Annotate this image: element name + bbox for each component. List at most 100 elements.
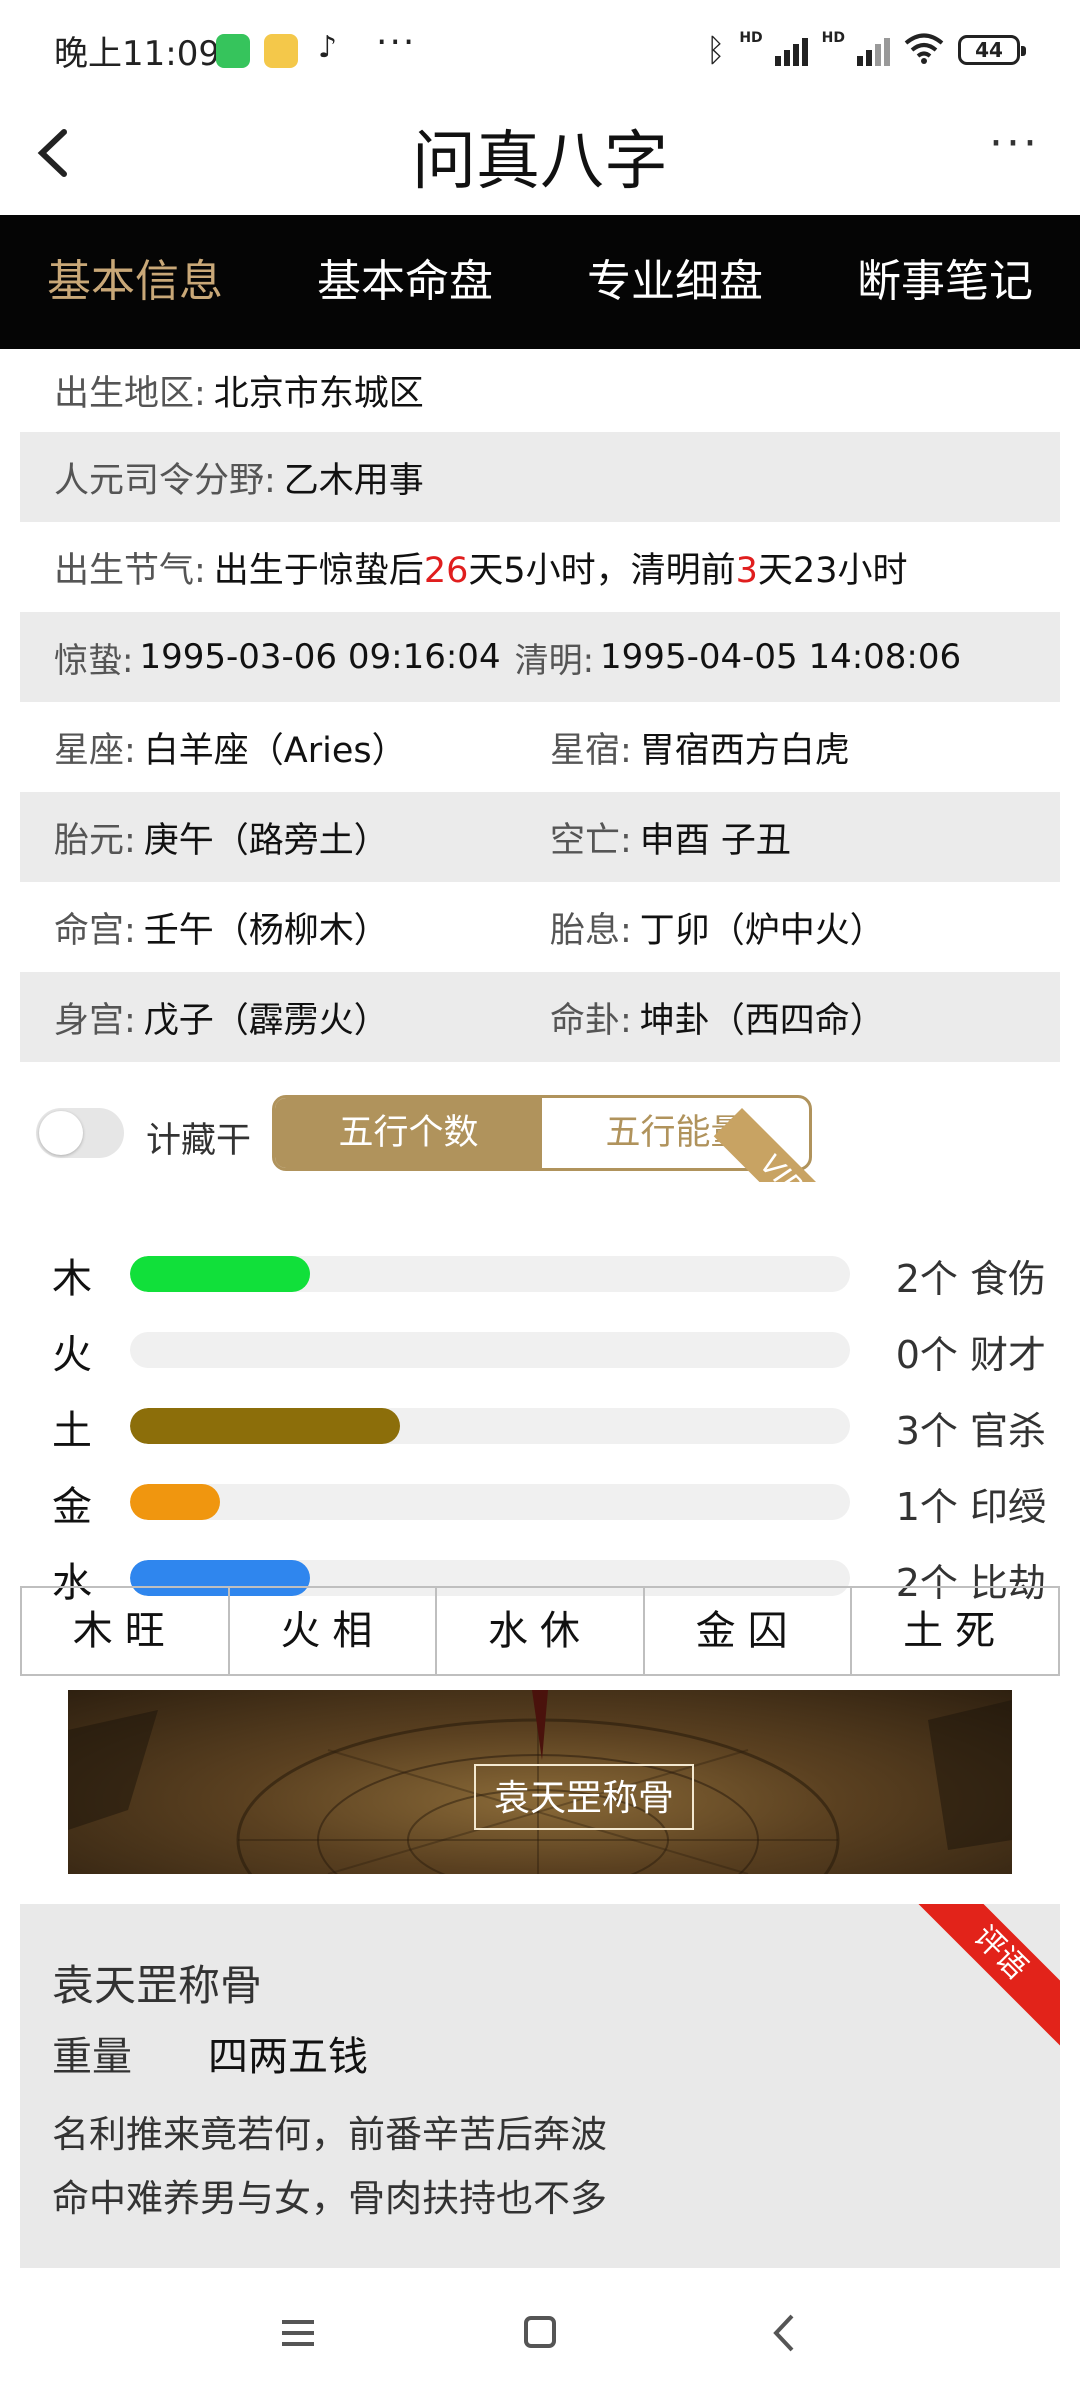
wuxing-element-label: 木 xyxy=(52,1256,92,1302)
wuxing-bar-row: 火 0个 财才 xyxy=(20,1312,1060,1388)
wuxing-bar-fill xyxy=(130,1408,400,1444)
value-jingzhe: 1995-03-06 09:16:04 xyxy=(139,637,501,677)
state-cell: 金囚 xyxy=(645,1588,853,1674)
value-minggua: 坤卦（西四命） xyxy=(639,1000,885,1041)
state-cell: 火相 xyxy=(230,1588,438,1674)
recents-button[interactable] xyxy=(268,2308,328,2358)
menu-icon xyxy=(282,2320,314,2346)
value-shengong: 戊子（霹雳火） xyxy=(143,1000,389,1041)
value-birth-region: 北京市东城区 xyxy=(213,374,424,414)
vip-badge: VIP xyxy=(712,1086,842,1182)
value-taixi: 丁卯（炉中火） xyxy=(639,910,885,951)
toggle-knob xyxy=(39,1111,83,1155)
verse-weight-value: 四两五钱 xyxy=(208,2034,368,2080)
jieqi-text-3: 天23小时 xyxy=(757,550,908,591)
value-qingming: 1995-04-05 14:08:06 xyxy=(600,637,962,677)
wuxing-bar-track xyxy=(130,1484,850,1520)
label-birth-region: 出生地区: xyxy=(54,374,206,414)
home-button[interactable] xyxy=(510,2308,570,2358)
system-nav-bar xyxy=(0,2268,1080,2400)
wuxing-bar-fill xyxy=(130,1256,310,1292)
verse-line-1: 名利推来竟若何，前番辛苦后奔波 xyxy=(52,2113,607,2156)
label-taiyuan: 胎元: xyxy=(54,820,136,861)
app-header: 问真八字 ··· xyxy=(0,100,1080,215)
chenggu-banner-label: 袁天罡称骨 xyxy=(474,1764,694,1830)
tab-bar: 基本信息 基本命盘 专业细盘 断事笔记 xyxy=(0,215,1080,349)
hd-label-2: HD xyxy=(821,30,845,46)
value-kongwang: 申酉 子丑 xyxy=(639,820,791,861)
wuxing-count-label: 3个 官杀 xyxy=(895,1409,1046,1453)
state-cell: 水休 xyxy=(437,1588,645,1674)
battery-icon: 44 xyxy=(958,35,1026,65)
label-minggong: 命宫: xyxy=(54,910,136,951)
tab-detail-chart[interactable]: 专业细盘 xyxy=(540,215,810,349)
row-shengong: 身宫: 戊子（霹雳火） 命卦: 坤卦（西四命） xyxy=(20,972,1060,1062)
info-list: 出生地区: 北京市东城区 人元司令分野: 乙木用事 出生节气: 出生于惊蛰后26… xyxy=(20,349,1060,1062)
wifi-icon xyxy=(904,32,944,68)
more-notifications-icon: ··· xyxy=(376,22,417,63)
status-time: 晚上11:09 xyxy=(54,34,220,74)
signal-icon-1 xyxy=(774,34,808,66)
wuxing-element-label: 土 xyxy=(52,1408,92,1454)
label-qingming: 清明: xyxy=(514,640,595,681)
value-minggong: 壬午（杨柳木） xyxy=(143,910,389,951)
wuxing-bar-row: 土 3个 官杀 xyxy=(20,1388,1060,1464)
home-icon xyxy=(524,2316,556,2348)
row-jieqi-dates: 惊蛰: 1995-03-06 09:16:04 清明: 1995-04-05 1… xyxy=(20,612,1060,702)
more-menu-button[interactable]: ··· xyxy=(989,118,1040,169)
wuxing-section: 计藏干 五行个数 五行能量 VIP 木 2个 食伤火 0个 财才土 3个 官杀金 1个 … xyxy=(20,1068,1060,1676)
label-shengong: 身宫: xyxy=(54,1000,136,1041)
bluetooth-icon: ᛒ xyxy=(706,31,726,69)
wuxing-count-label: 0个 财才 xyxy=(895,1333,1046,1377)
value-xingxiu: 胃宿西方白虎 xyxy=(639,730,850,771)
row-renyuan: 人元司令分野: 乙木用事 xyxy=(20,432,1060,522)
wuxing-state-table: 木旺 火相 水休 金囚 土死 xyxy=(20,1586,1060,1676)
label-jingzhe: 惊蛰: xyxy=(54,640,134,681)
jieqi-text-2: 天5小时，清明前 xyxy=(468,550,736,591)
label-minggua: 命卦: xyxy=(550,1000,632,1041)
tiktok-icon: ♪ xyxy=(318,30,338,65)
verse-line-2: 命中难养男与女，骨肉扶持也不多 xyxy=(52,2177,607,2220)
row-birth-region: 出生地区: 北京市东城区 xyxy=(20,349,1060,432)
comment-ribbon: 评语 xyxy=(905,1904,1060,2048)
wuxing-bar-fill xyxy=(130,1484,220,1520)
system-back-button[interactable] xyxy=(756,2308,816,2358)
wuxing-bar-track xyxy=(130,1256,850,1292)
jieqi-text-1: 出生于惊蛰后 xyxy=(213,550,424,591)
state-cell: 木旺 xyxy=(22,1588,230,1674)
chenggu-banner-container: 袁天罡称骨 xyxy=(20,1676,1060,1900)
row-xingzuo: 星座: 白羊座（Aries） 星宿: 胃宿西方白虎 xyxy=(20,702,1060,792)
status-bar: 晚上11:09 ♪ ··· ᛒ HD HD 44 xyxy=(0,0,1080,100)
state-cell: 土死 xyxy=(903,1608,1008,1654)
verse-weight-label: 重量 xyxy=(52,2034,132,2080)
value-taiyuan: 庚午（路旁土） xyxy=(143,820,389,861)
wuxing-bar-track xyxy=(130,1332,850,1368)
tab-basic-info[interactable]: 基本信息 xyxy=(0,215,270,349)
label-kongwang: 空亡: xyxy=(550,820,632,861)
hd-label-1: HD xyxy=(739,30,763,46)
wuxing-element-label: 火 xyxy=(52,1332,92,1378)
label-jieqi: 出生节气: xyxy=(54,550,206,591)
wuxing-bar-row: 金 1个 印绶 xyxy=(20,1464,1060,1540)
wuxing-count-label: 1个 印绶 xyxy=(895,1485,1046,1529)
tab-notes[interactable]: 断事笔记 xyxy=(810,215,1080,349)
value-renyuan: 乙木用事 xyxy=(283,460,424,501)
seg-wuxing-count[interactable]: 五行个数 xyxy=(275,1098,542,1168)
tab-basic-chart[interactable]: 基本命盘 xyxy=(270,215,540,349)
vip-badge-label: VIP xyxy=(713,1108,842,1182)
chat-app-icon xyxy=(264,34,298,68)
label-xingxiu: 星宿: xyxy=(550,730,632,771)
wechat-icon xyxy=(216,34,250,68)
label-taixi: 胎息: xyxy=(550,910,632,951)
row-jieqi: 出生节气: 出生于惊蛰后26天5小时，清明前3天23小时 xyxy=(20,522,1060,612)
chenggu-banner[interactable]: 袁天罡称骨 xyxy=(68,1690,1012,1874)
value-xingzuo: 白羊座（Aries） xyxy=(143,730,407,771)
label-xingzuo: 星座: xyxy=(54,730,136,771)
chenggu-verse-card: 评语 袁天罡称骨 重量 四两五钱 名利推来竟若何，前番辛苦后奔波 命中难养男与女… xyxy=(20,1904,1060,2268)
row-taiyuan: 胎元: 庚午（路旁土） 空亡: 申酉 子丑 xyxy=(20,792,1060,882)
jieqi-days-before: 3 xyxy=(735,550,758,591)
wuxing-bar-row: 木 2个 食伤 xyxy=(20,1236,1060,1312)
hidden-stem-toggle-label: 计藏干 xyxy=(146,1121,252,1161)
value-jieqi: 出生于惊蛰后26天5小时，清明前3天23小时 xyxy=(214,542,908,593)
hidden-stem-toggle[interactable] xyxy=(36,1108,124,1158)
